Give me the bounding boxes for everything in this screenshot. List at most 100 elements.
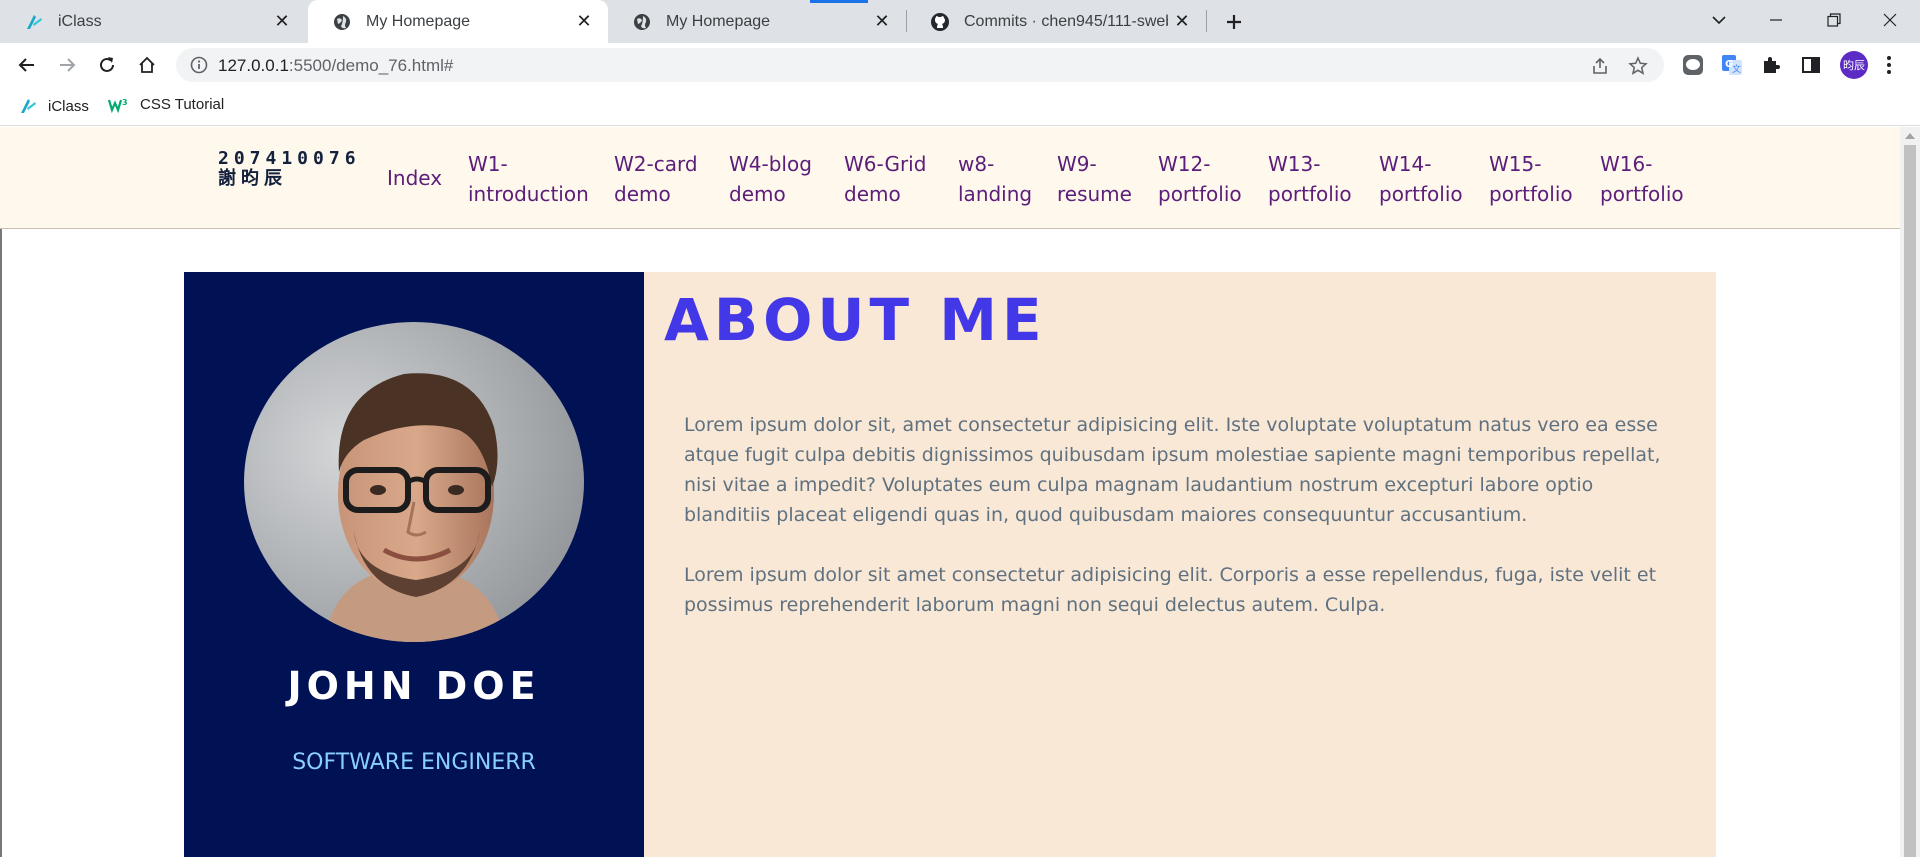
about-section: ABOUT ME Lorem ipsum dolor sit, amet con… — [644, 272, 1716, 857]
site-brand[interactable]: 207410076 謝昀辰 — [218, 149, 361, 189]
page-border — [0, 229, 2, 857]
nav-link-label: demo — [729, 182, 786, 206]
reload-icon — [100, 57, 114, 72]
bookmark-css-tutorial[interactable]: 3 CSS Tutorial — [108, 96, 224, 113]
scroll-up-arrow-icon[interactable] — [1905, 133, 1915, 139]
loading-indicator — [810, 0, 868, 3]
nav-link-w9[interactable]: W9- resume — [1057, 149, 1132, 209]
tab-search-button[interactable] — [1695, 0, 1743, 40]
iclass-icon — [24, 12, 44, 32]
nav-link-label: W16- — [1600, 152, 1653, 176]
nav-link-w13[interactable]: W13- portfolio — [1268, 149, 1352, 209]
page-scrollbar[interactable] — [1900, 127, 1920, 857]
more-menu-icon[interactable] — [1886, 55, 1892, 80]
close-icon — [1883, 13, 1897, 27]
profile-avatar[interactable]: 昀辰 — [1840, 51, 1868, 79]
url-text[interactable]: 127.0.0.1:5500/demo_76.html# — [218, 56, 453, 76]
back-button[interactable] — [12, 50, 42, 80]
site-navbar: 207410076 謝昀辰 Index W1- introduction W2-… — [0, 127, 1900, 229]
close-window-button[interactable] — [1866, 0, 1914, 40]
profile-role: SOFTWARE ENGINERR — [292, 750, 536, 775]
scroll-thumb[interactable] — [1904, 145, 1916, 857]
home-button[interactable] — [132, 50, 162, 80]
close-icon[interactable]: ✕ — [1168, 8, 1196, 36]
minimize-icon — [1770, 19, 1782, 21]
page-viewport: 207410076 謝昀辰 Index W1- introduction W2-… — [0, 127, 1920, 857]
restore-button[interactable] — [1810, 0, 1858, 40]
translate-extension-icon[interactable]: G文 — [1719, 52, 1745, 78]
forward-button[interactable] — [52, 50, 82, 80]
nav-link-w8[interactable]: w8- landing — [958, 149, 1032, 209]
nav-link-label: W1- — [468, 152, 508, 176]
nav-link-w1[interactable]: W1- introduction — [468, 149, 589, 209]
reload-button[interactable] — [92, 50, 122, 80]
nav-link-label: W4-blog — [729, 152, 812, 176]
nav-link-label: demo — [614, 182, 671, 206]
nav-link-w4[interactable]: W4-blog demo — [729, 149, 812, 209]
close-icon[interactable]: ✕ — [268, 8, 296, 36]
w3schools-icon: 3 — [108, 97, 130, 113]
restore-icon — [1827, 13, 1841, 27]
nav-link-w15[interactable]: W15- portfolio — [1489, 149, 1573, 209]
github-icon — [930, 12, 950, 32]
arrow-left-icon — [18, 58, 34, 72]
share-icon[interactable] — [1590, 56, 1610, 81]
tab-separator — [1206, 10, 1207, 32]
about-paragraph-2: Lorem ipsum dolor sit amet consectetur a… — [684, 564, 1657, 616]
home-icon — [139, 56, 155, 73]
nav-link-label: Index — [387, 166, 443, 190]
close-icon[interactable]: ✕ — [868, 8, 896, 36]
nav-link-w6[interactable]: W6-Grid demo — [844, 149, 926, 209]
minimize-button[interactable] — [1752, 0, 1800, 40]
nav-link-label: W6-Grid — [844, 152, 927, 176]
nav-link-label: W14- — [1379, 152, 1432, 176]
nav-link-w16[interactable]: W16- portfolio — [1600, 149, 1684, 209]
nav-link-w14[interactable]: W14- portfolio — [1379, 149, 1463, 209]
profile-name: JOHN DOE — [287, 664, 541, 708]
bookmark-star-icon[interactable] — [1628, 56, 1648, 81]
about-title: ABOUT ME — [664, 286, 1047, 354]
bookmarks-bar: iClass 3 CSS Tutorial — [0, 87, 1920, 126]
bookmark-label: CSS Tutorial — [140, 96, 225, 113]
site-info-icon[interactable] — [190, 56, 208, 79]
side-panel-icon[interactable] — [1798, 52, 1824, 78]
about-paragraph-1: Lorem ipsum dolor sit, amet consectetur … — [684, 414, 1661, 526]
nav-link-w2[interactable]: W2-card demo — [614, 149, 698, 209]
nav-link-label: portfolio — [1600, 182, 1684, 206]
nav-link-index[interactable]: Index — [387, 163, 442, 193]
extensions-puzzle-icon[interactable] — [1758, 52, 1784, 78]
tab-my-homepage[interactable]: My Homepage ✕ — [608, 0, 906, 43]
plus-icon — [1227, 15, 1241, 29]
globe-icon — [332, 12, 352, 32]
profile-card: JOHN DOE SOFTWARE ENGINERR — [184, 272, 644, 857]
nav-link-label: portfolio — [1489, 182, 1573, 206]
tab-title: iClass — [58, 12, 102, 30]
nav-link-label: landing — [958, 182, 1033, 206]
svg-text:文: 文 — [1732, 63, 1741, 75]
line-extension-icon[interactable] — [1680, 52, 1706, 78]
new-tab-button[interactable] — [1218, 6, 1250, 38]
url-path: :5500/demo_76.html# — [288, 56, 454, 75]
bookmark-iclass[interactable]: iClass — [18, 96, 89, 116]
tab-github-commits[interactable]: Commits · chen945/111-sweb- ✕ — [906, 0, 1206, 43]
nav-link-label: W12- — [1158, 152, 1211, 176]
tab-iclass[interactable]: iClass ✕ — [0, 0, 306, 43]
address-bar[interactable]: 127.0.0.1:5500/demo_76.html# — [176, 48, 1664, 82]
browser-toolbar: 127.0.0.1:5500/demo_76.html# G文 昀辰 — [0, 43, 1920, 87]
nav-link-label: resume — [1057, 182, 1132, 206]
iclass-icon — [18, 96, 38, 116]
nav-link-label: portfolio — [1268, 182, 1352, 206]
tab-title: My Homepage — [366, 12, 471, 30]
chevron-down-icon — [1712, 16, 1726, 25]
tab-my-homepage-active[interactable]: My Homepage ✕ — [308, 0, 608, 43]
brand-name: 謝昀辰 — [218, 168, 287, 189]
nav-link-label: W9- — [1057, 152, 1097, 176]
nav-link-w12[interactable]: W12- portfolio — [1158, 149, 1242, 209]
bookmark-label: iClass — [48, 97, 89, 115]
profile-photo — [244, 322, 584, 642]
close-icon[interactable]: ✕ — [570, 8, 598, 36]
tab-title: My Homepage — [666, 12, 771, 30]
nav-link-label: W2-card — [614, 152, 698, 176]
nav-link-label: portfolio — [1379, 182, 1463, 206]
nav-link-label: introduction — [468, 182, 589, 206]
